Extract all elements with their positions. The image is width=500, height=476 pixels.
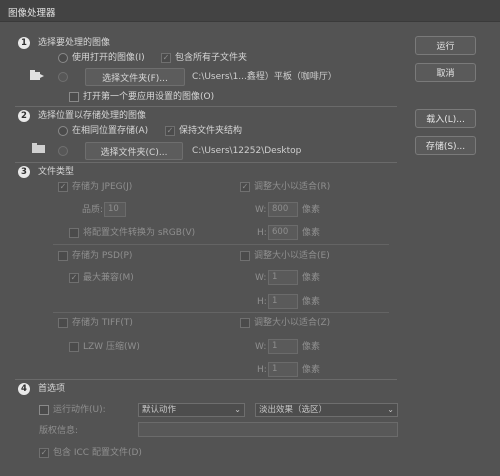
copyright-label: 版权信息: xyxy=(39,426,79,436)
separator-1 xyxy=(15,106,397,107)
save-as-jpeg-checkbox[interactable]: ✓ xyxy=(58,182,68,192)
use-open-images-radio[interactable] xyxy=(58,53,68,63)
tiff-width-label: W: xyxy=(255,342,267,352)
section-4-title: 首选项 xyxy=(38,384,66,394)
psd-resize-label: 调整大小以适合(E) xyxy=(254,251,330,261)
open-first-image-label: 打开第一个要应用设置的图像(O) xyxy=(83,92,215,102)
save-as-jpeg-label: 存储为 JPEG(J) xyxy=(72,182,133,192)
same-location-label: 在相同位置存储(A) xyxy=(72,126,149,136)
convert-srgb-label: 将配置文件转换为 sRGB(V) xyxy=(83,228,196,238)
psd-width-input[interactable]: 1 xyxy=(268,270,298,285)
save-settings-button[interactable]: 存储(S)... xyxy=(415,136,476,155)
maximize-compat-checkbox[interactable]: ✓ xyxy=(69,273,79,283)
action-set-select[interactable]: 默认动作 ⌄ xyxy=(138,403,245,417)
jpeg-height-label: H: xyxy=(257,228,267,238)
same-location-radio[interactable] xyxy=(58,126,68,136)
psd-height-label: H: xyxy=(257,297,267,307)
save-as-tiff-checkbox[interactable] xyxy=(58,318,68,328)
convert-srgb-checkbox[interactable] xyxy=(69,228,79,238)
jpeg-height-unit: 像素 xyxy=(302,228,321,238)
select-folder-radio[interactable] xyxy=(58,72,68,82)
jpeg-quality-label: 品质: xyxy=(82,205,104,215)
keep-folder-structure-checkbox[interactable]: ✓ xyxy=(165,126,175,136)
output-path-text: C:\Users\12252\Desktop xyxy=(192,146,302,156)
separator-2 xyxy=(15,162,397,163)
run-action-label: 运行动作(U): xyxy=(53,405,106,415)
action-value: 淡出效果（选区） xyxy=(259,405,328,415)
tiff-height-label: H: xyxy=(257,365,267,375)
tiff-resize-checkbox[interactable] xyxy=(240,318,250,328)
title-bar: 图像处理器 xyxy=(0,0,500,22)
section-1-badge: 1 xyxy=(18,37,30,49)
jpeg-width-label: W: xyxy=(255,205,267,215)
chevron-down-icon: ⌄ xyxy=(234,405,241,414)
keep-folder-structure-label: 保持文件夹结构 xyxy=(179,126,243,136)
jpeg-resize-label: 调整大小以适合(R) xyxy=(254,182,331,192)
tiff-width-unit: 像素 xyxy=(302,342,321,352)
save-as-psd-label: 存储为 PSD(P) xyxy=(72,251,133,261)
source-path-text: C:\Users\1...鑫程）平板（咖啡厅） xyxy=(192,72,337,82)
jpeg-width-input[interactable]: 800 xyxy=(268,202,298,217)
select-output-folder-radio[interactable] xyxy=(58,146,68,156)
select-source-folder-button[interactable]: 选择文件夹(F)... xyxy=(85,68,185,86)
save-as-psd-checkbox[interactable] xyxy=(58,251,68,261)
separator-jpeg xyxy=(53,244,389,245)
jpeg-resize-checkbox[interactable]: ✓ xyxy=(240,182,250,192)
copyright-input[interactable] xyxy=(138,422,398,437)
window-title: 图像处理器 xyxy=(8,8,56,19)
jpeg-height-input[interactable]: 600 xyxy=(268,225,298,240)
use-open-images-label: 使用打开的图像(I) xyxy=(72,53,145,63)
tiff-width-input[interactable]: 1 xyxy=(268,339,298,354)
action-select[interactable]: 淡出效果（选区） ⌄ xyxy=(255,403,398,417)
include-subfolders-label: 包含所有子文件夹 xyxy=(175,53,248,63)
jpeg-quality-input[interactable]: 10 xyxy=(104,202,126,217)
folder-open-icon xyxy=(30,70,46,81)
load-button[interactable]: 载入(L)... xyxy=(415,109,476,128)
run-action-checkbox[interactable] xyxy=(39,405,49,415)
lzw-compression-checkbox[interactable] xyxy=(69,342,79,352)
psd-width-unit: 像素 xyxy=(302,273,321,283)
tiff-resize-label: 调整大小以适合(Z) xyxy=(254,318,331,328)
tiff-height-input[interactable]: 1 xyxy=(268,362,298,377)
folder-icon xyxy=(32,142,46,153)
open-first-image-checkbox[interactable] xyxy=(69,92,79,102)
run-button[interactable]: 运行 xyxy=(415,36,476,55)
separator-psd xyxy=(53,312,389,313)
section-3-badge: 3 xyxy=(18,166,30,178)
include-icc-label: 包含 ICC 配置文件(D) xyxy=(53,448,142,458)
section-3-title: 文件类型 xyxy=(38,167,75,177)
section-1-title: 选择要处理的图像 xyxy=(38,38,111,48)
section-2-title: 选择位置以存储处理的图像 xyxy=(38,111,147,121)
include-icc-checkbox[interactable]: ✓ xyxy=(39,448,49,458)
maximize-compat-label: 最大兼容(M) xyxy=(83,273,134,283)
psd-resize-checkbox[interactable] xyxy=(240,251,250,261)
section-4-badge: 4 xyxy=(18,383,30,395)
section-2-badge: 2 xyxy=(18,110,30,122)
jpeg-width-unit: 像素 xyxy=(302,205,321,215)
lzw-compression-label: LZW 压缩(W) xyxy=(83,342,140,352)
psd-width-label: W: xyxy=(255,273,267,283)
action-set-value: 默认动作 xyxy=(142,405,177,415)
cancel-button[interactable]: 取消 xyxy=(415,63,476,82)
select-output-folder-button[interactable]: 选择文件夹(C)... xyxy=(85,142,183,160)
psd-height-input[interactable]: 1 xyxy=(268,294,298,309)
save-as-tiff-label: 存储为 TIFF(T) xyxy=(72,318,133,328)
tiff-height-unit: 像素 xyxy=(302,365,321,375)
psd-height-unit: 像素 xyxy=(302,297,321,307)
include-subfolders-checkbox[interactable]: ✓ xyxy=(161,53,171,63)
separator-3 xyxy=(15,379,397,380)
chevron-down-icon: ⌄ xyxy=(387,405,394,414)
